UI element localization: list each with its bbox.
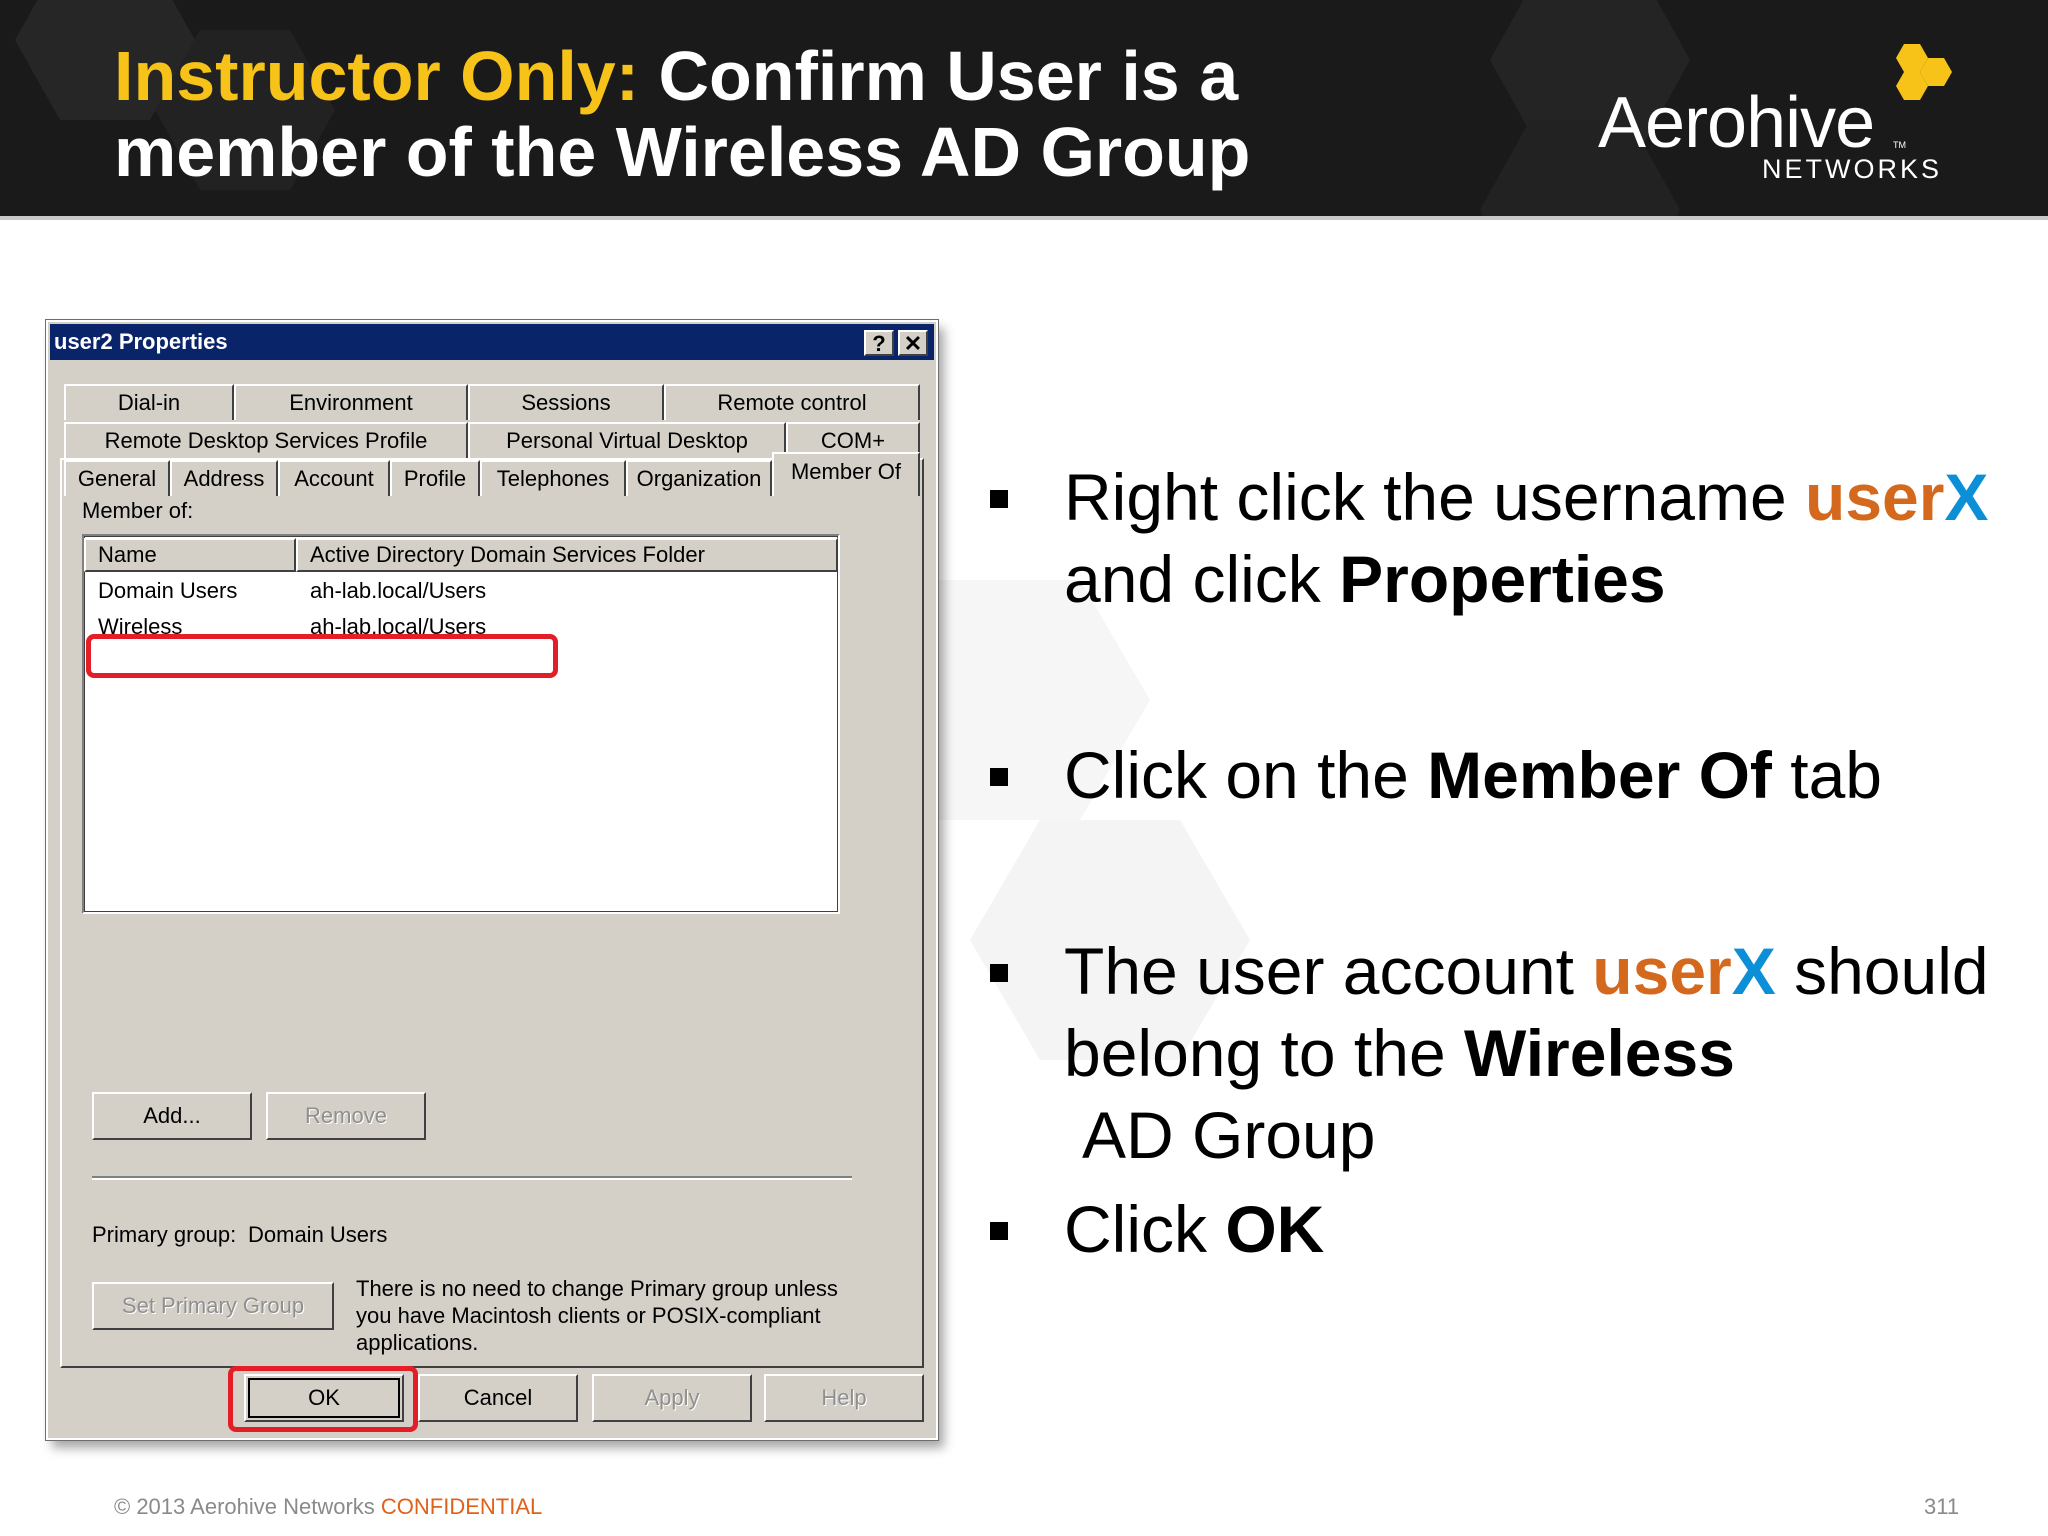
bullet-text-part: should — [1775, 934, 1989, 1008]
bullet-marker-icon — [990, 1222, 1008, 1240]
close-icon[interactable]: ✕ — [898, 330, 928, 356]
bullet-text-part: tab — [1771, 738, 1882, 812]
remove-button[interactable]: Remove — [266, 1092, 426, 1140]
cancel-button[interactable]: Cancel — [418, 1374, 578, 1422]
primary-group-label: Primary group: — [92, 1222, 237, 1247]
bullet-text-part: belong to the — [1064, 1016, 1464, 1090]
title-accent: Instructor Only: — [114, 37, 640, 115]
confidential-label: CONFIDENTIAL — [380, 1494, 543, 1519]
tab-remote-control[interactable]: Remote control — [664, 384, 920, 420]
help-button[interactable]: Help — [764, 1374, 924, 1422]
column-header-name[interactable]: Name — [84, 538, 296, 572]
add-button[interactable]: Add... — [92, 1092, 252, 1140]
slide-title: Instructor Only: Confirm User is a membe… — [114, 38, 1250, 190]
bullet-text-part: and click — [1064, 542, 1340, 616]
member-of-label: Member of: — [82, 498, 194, 523]
bullet-text-part: Click on the — [1064, 738, 1428, 812]
member-of-panel: Member of: Name Active Directory Domain … — [60, 458, 924, 1368]
help-icon[interactable]: ? — [864, 330, 894, 356]
member-of-list[interactable]: Name Active Directory Domain Services Fo… — [82, 534, 840, 914]
bullet-marker-icon — [990, 964, 1008, 982]
page-number: 311 — [1924, 1494, 1960, 1519]
ok-emphasis: OK — [1225, 1192, 1325, 1266]
ok-button-highlight — [228, 1366, 418, 1432]
tab-personal-virtual-desktop[interactable]: Personal Virtual Desktop — [468, 422, 786, 458]
username-highlight: user — [1805, 460, 1945, 534]
title-line1: Confirm User is a — [658, 37, 1239, 115]
bullet-text-part: Right click the username — [1064, 460, 1805, 534]
row-folder: ah-lab.local/Users — [310, 578, 487, 603]
username-x-highlight: X — [1731, 934, 1776, 1008]
aerohive-logo: Aerohive TM NETWORKS — [1590, 36, 1970, 196]
bullet-text-part: AD Group — [1082, 1098, 1376, 1172]
user-properties-dialog: user2 Properties ? ✕ Dial-in Environment… — [45, 319, 939, 1441]
bullet-text: Click OK — [1064, 1188, 2044, 1270]
note-line-3: applications. — [356, 1330, 479, 1355]
logo-trademark: TM — [1893, 140, 1906, 150]
bullet-marker-icon — [990, 490, 1008, 508]
bullet-marker-icon — [990, 768, 1008, 786]
dialog-titlebar[interactable]: user2 Properties ? ✕ — [50, 324, 934, 360]
bullet-text-part: Click — [1064, 1192, 1226, 1266]
member-of-emphasis: Member Of — [1427, 738, 1772, 812]
username-x-highlight: X — [1944, 460, 1989, 534]
properties-emphasis: Properties — [1339, 542, 1666, 616]
slide-header: Instructor Only: Confirm User is a membe… — [0, 0, 2048, 220]
row-name: Domain Users — [98, 578, 238, 603]
username-highlight: user — [1592, 934, 1732, 1008]
apply-button[interactable]: Apply — [592, 1374, 752, 1422]
logo-subtitle: NETWORKS — [1762, 154, 1943, 184]
bullet-text: Right click the username userX and click… — [1064, 456, 2044, 620]
wireless-row-highlight — [86, 634, 558, 678]
column-header-folder[interactable]: Active Directory Domain Services Folder — [296, 538, 838, 572]
note-line-2: you have Macintosh clients or POSIX-comp… — [356, 1303, 821, 1328]
bullet-text: Click on the Member Of tab — [1064, 734, 2044, 816]
divider — [92, 1176, 852, 1180]
tab-remote-desktop-profile[interactable]: Remote Desktop Services Profile — [64, 422, 468, 458]
copyright-text: © 2013 Aerohive Networks — [114, 1494, 381, 1519]
tab-member-of[interactable]: Member Of — [772, 452, 920, 496]
bullet-text: The user account userX should belong to … — [1064, 930, 2044, 1176]
logo-hex-icon — [1896, 44, 1952, 100]
wireless-emphasis: Wireless — [1464, 1016, 1735, 1090]
logo-wordmark: Aerohive — [1598, 83, 1875, 163]
set-primary-group-button[interactable]: Set Primary Group — [92, 1282, 334, 1330]
tab-environment[interactable]: Environment — [234, 384, 468, 420]
title-line2: member of the Wireless AD Group — [114, 113, 1251, 191]
list-row[interactable]: Domain Users ah-lab.local/Users — [84, 574, 838, 610]
tab-sessions[interactable]: Sessions — [468, 384, 664, 420]
dialog-title: user2 Properties — [54, 329, 228, 354]
primary-group-value: Domain Users — [248, 1222, 388, 1247]
bullet-text-part: The user account — [1064, 934, 1593, 1008]
tab-dial-in[interactable]: Dial-in — [64, 384, 234, 420]
note-line-1: There is no need to change Primary group… — [356, 1276, 838, 1301]
footer-copyright: © 2013 Aerohive Networks CONFIDENTIAL — [114, 1494, 542, 1520]
